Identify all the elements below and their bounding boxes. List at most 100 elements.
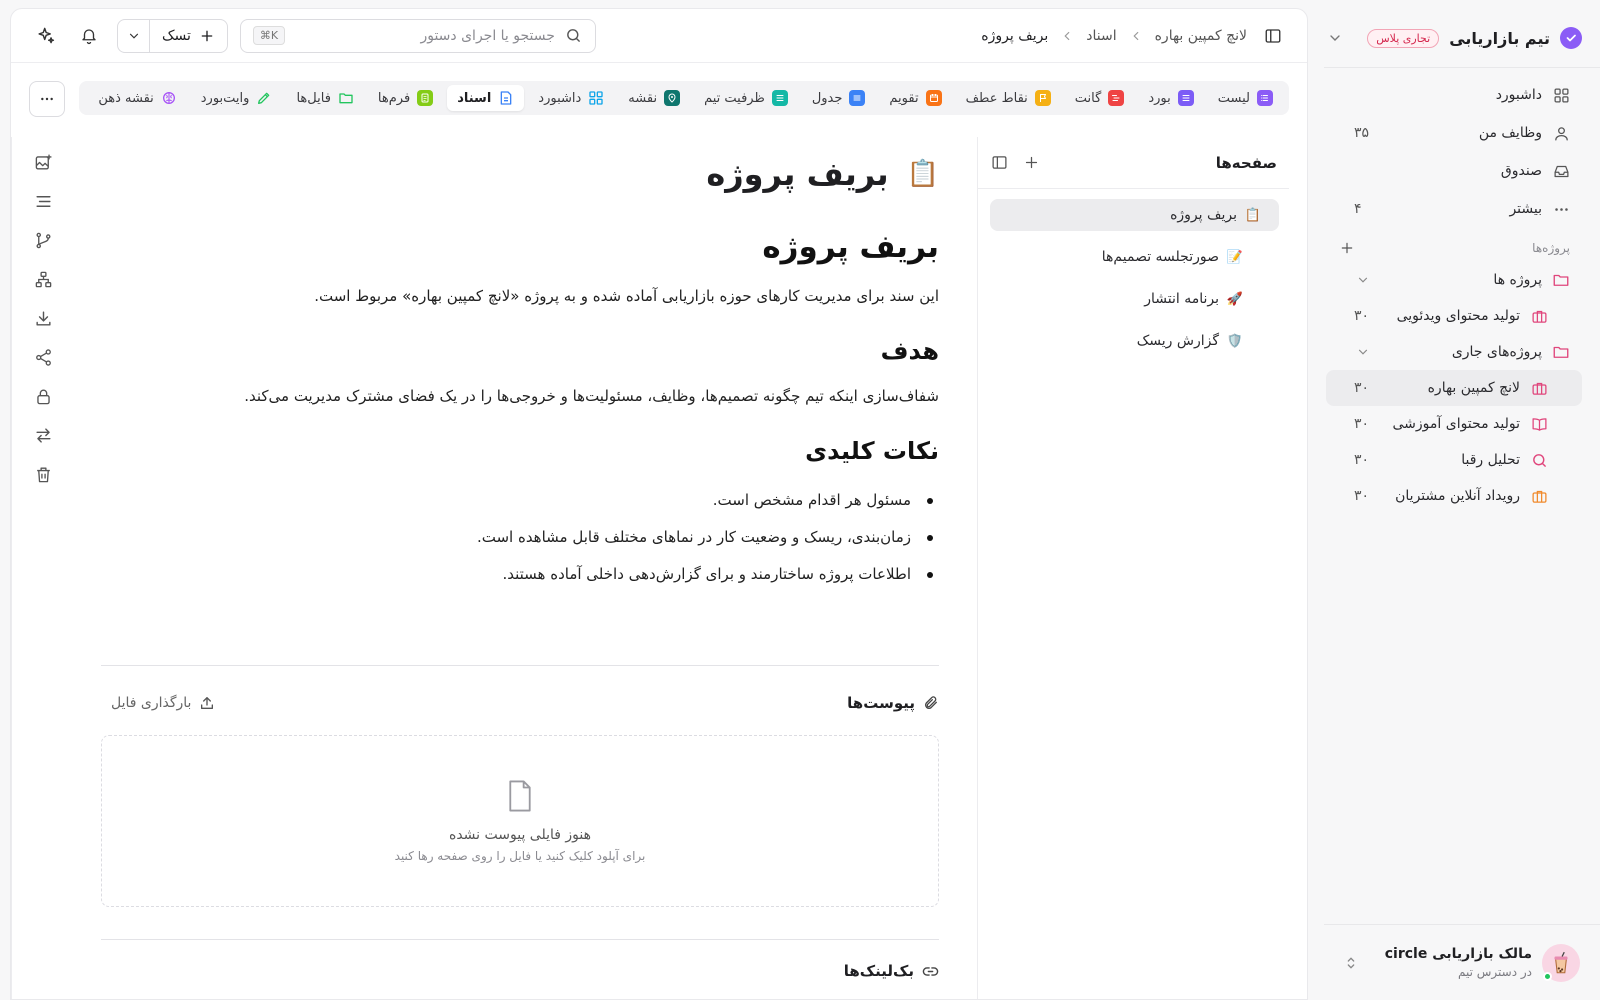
- brain-icon: [161, 90, 177, 106]
- panel-toggle-icon[interactable]: [990, 154, 1008, 172]
- sidebar-toggle-icon[interactable]: [1257, 20, 1289, 52]
- plus-icon[interactable]: [1022, 154, 1040, 172]
- document-editor: 📋 بریف پروژه بریف پروژه این سند برای مدی…: [75, 137, 965, 999]
- pen-icon: [256, 90, 272, 106]
- tab-doc[interactable]: اسناد: [447, 85, 525, 111]
- chevron-down-icon[interactable]: [1354, 271, 1372, 289]
- page-item[interactable]: 📝 صورتجلسه تصمیم‌ها: [990, 241, 1279, 273]
- nav-label: وظایف من: [1478, 125, 1542, 141]
- tab-table[interactable]: جدول: [802, 85, 876, 111]
- attachments-title: پیوست‌ها: [847, 694, 939, 712]
- project-item[interactable]: تحلیل رقبا ۳۰: [1326, 442, 1582, 478]
- project-folder[interactable]: پروژه ها: [1326, 262, 1582, 298]
- heading-2: هدف: [880, 337, 939, 365]
- nav-item-inbox[interactable]: صندوق: [1326, 152, 1582, 190]
- doc-icon: [498, 90, 514, 106]
- lock-icon[interactable]: [32, 385, 54, 407]
- search-placeholder: جستجو یا اجرای دستور: [420, 27, 555, 44]
- upload-file-button[interactable]: بارگذاری فایل: [111, 695, 215, 711]
- user-menu[interactable]: مالک بازاریابی circle در دسترس تیم: [1324, 924, 1600, 1000]
- project-item[interactable]: رویداد آنلاین مشتریان ۳۰: [1326, 478, 1582, 514]
- tab-pen[interactable]: وایت‌بورد: [191, 85, 283, 111]
- chevron-down-icon[interactable]: [1354, 343, 1372, 361]
- project-item[interactable]: تولید محتوای آموزشی ۳۰: [1326, 406, 1582, 442]
- document-emoji[interactable]: 📋: [907, 159, 939, 189]
- workspace-name: تیم بازاریابی: [1449, 28, 1550, 48]
- view-tabs: لیست بورد گانت نقاط عطف تقویم جدول ظرفیت تیم نق…: [79, 81, 1289, 115]
- map-pin-icon: [664, 90, 681, 106]
- tab-capacity[interactable]: ظرفیت تیم: [694, 85, 798, 111]
- dashboard-icon: [588, 90, 604, 106]
- book-icon: [1530, 415, 1548, 433]
- file-dropzone[interactable]: هنوز فایلی پیوست نشده برای آپلود کلیک کن…: [101, 735, 939, 907]
- share-icon[interactable]: [32, 346, 54, 368]
- sparkles-icon[interactable]: [29, 20, 61, 52]
- tab-folder[interactable]: فایل‌ها: [286, 85, 363, 111]
- user-icon: [1552, 124, 1570, 142]
- chevron-down-icon[interactable]: [1326, 29, 1344, 47]
- page-item[interactable]: 🚀 برنامه انتشار: [990, 283, 1279, 315]
- nav-item-more[interactable]: بیشتر ۴: [1326, 190, 1582, 228]
- workspace-switcher[interactable]: تیم بازاریابی تجاری پلاس: [1326, 22, 1582, 54]
- tab-flag[interactable]: نقاط عطف: [956, 85, 1061, 111]
- page-emoji: 🚀: [1226, 291, 1243, 307]
- tab-brain[interactable]: نقشه ذهن: [88, 85, 186, 111]
- tab-board[interactable]: بورد: [1138, 85, 1203, 111]
- project-label: رویداد آنلاین مشتریان: [1395, 488, 1520, 504]
- list-icon: [1257, 90, 1273, 106]
- tab-dashboard[interactable]: داشبورد: [528, 85, 614, 111]
- page-item[interactable]: 📋 بریف پروژه: [990, 199, 1279, 231]
- bullet-list: مسئول هر اقدام مشخص است. زمان‌بندی، ریسک…: [477, 491, 939, 602]
- document-title[interactable]: 📋 بریف پروژه: [706, 155, 939, 193]
- project-tree: پروژه ها تولید محتوای ویدئویی ۳۰ پروژه‌ه…: [1326, 262, 1582, 514]
- nav-item-my-tasks[interactable]: وظایف من ۳۵: [1326, 114, 1582, 152]
- plus-icon[interactable]: [1338, 239, 1356, 257]
- tab-map-pin[interactable]: نقشه: [618, 85, 690, 111]
- list-item: اطلاعات پروژه ساختارمند و برای گزارش‌دهی…: [477, 565, 939, 602]
- nav-item-dashboard[interactable]: داشبورد: [1326, 76, 1582, 114]
- new-task-button[interactable]: تسک: [150, 20, 227, 52]
- tab-calendar[interactable]: تقویم: [879, 85, 951, 111]
- capacity-icon: [771, 90, 788, 106]
- page-item[interactable]: 🛡️ گزارش ریسک: [990, 325, 1279, 357]
- hierarchy-icon[interactable]: [32, 268, 54, 290]
- tab-form[interactable]: فرم‌ها: [368, 85, 443, 111]
- breadcrumb-item[interactable]: لانچ کمپین بهاره: [1155, 28, 1247, 44]
- tab-label: داشبورد: [538, 90, 582, 106]
- backlinks-header: بک‌لینک‌ها: [101, 959, 939, 983]
- download-icon[interactable]: [32, 307, 54, 329]
- briefcase-icon: [1530, 307, 1548, 325]
- branch-icon[interactable]: [32, 229, 54, 251]
- calendar-icon: [925, 90, 942, 106]
- tab-gantt[interactable]: گانت: [1065, 85, 1135, 111]
- tab-label: نقشه ذهن: [98, 90, 154, 106]
- project-item-active[interactable]: لانچ کمپین بهاره ۳۰: [1326, 370, 1582, 406]
- inbox-icon: [1552, 162, 1570, 180]
- tab-label: اسناد: [457, 90, 492, 106]
- project-item[interactable]: تولید محتوای ویدئویی ۳۰: [1326, 298, 1582, 334]
- search-input[interactable]: جستجو یا اجرای دستور ⌘K: [239, 18, 596, 53]
- divider: [1324, 67, 1600, 68]
- avatar: [1542, 943, 1580, 982]
- new-task-label: تسک: [162, 27, 191, 44]
- nav-label: داشبورد: [1495, 87, 1542, 103]
- backlinks-title: بک‌لینک‌ها: [843, 962, 914, 980]
- projects-label-text: پروژه‌ها: [1532, 241, 1570, 255]
- page-emoji: 🛡️: [1226, 333, 1243, 349]
- chevron-up-down-icon[interactable]: [1342, 954, 1360, 972]
- user-info: مالک بازاریابی circle در دسترس تیم: [1385, 946, 1532, 979]
- image-add-icon[interactable]: [32, 151, 54, 173]
- trash-icon[interactable]: [32, 463, 54, 485]
- swap-icon[interactable]: [32, 424, 54, 446]
- outline-icon[interactable]: [32, 190, 54, 212]
- chevron-down-icon[interactable]: [118, 19, 150, 52]
- bell-icon[interactable]: [73, 20, 105, 52]
- tab-list[interactable]: لیست: [1208, 85, 1283, 111]
- add-view-button[interactable]: نما: [79, 85, 84, 111]
- project-folder[interactable]: پروژه‌های جاری: [1326, 334, 1582, 370]
- breadcrumb-item[interactable]: اسناد: [1086, 28, 1116, 44]
- new-task-split-button[interactable]: تسک: [117, 18, 228, 53]
- upload-icon: [201, 697, 214, 709]
- breadcrumb: لانچ کمپین بهاره اسناد بریف پروژه: [981, 28, 1247, 44]
- more-options-button[interactable]: [29, 81, 65, 117]
